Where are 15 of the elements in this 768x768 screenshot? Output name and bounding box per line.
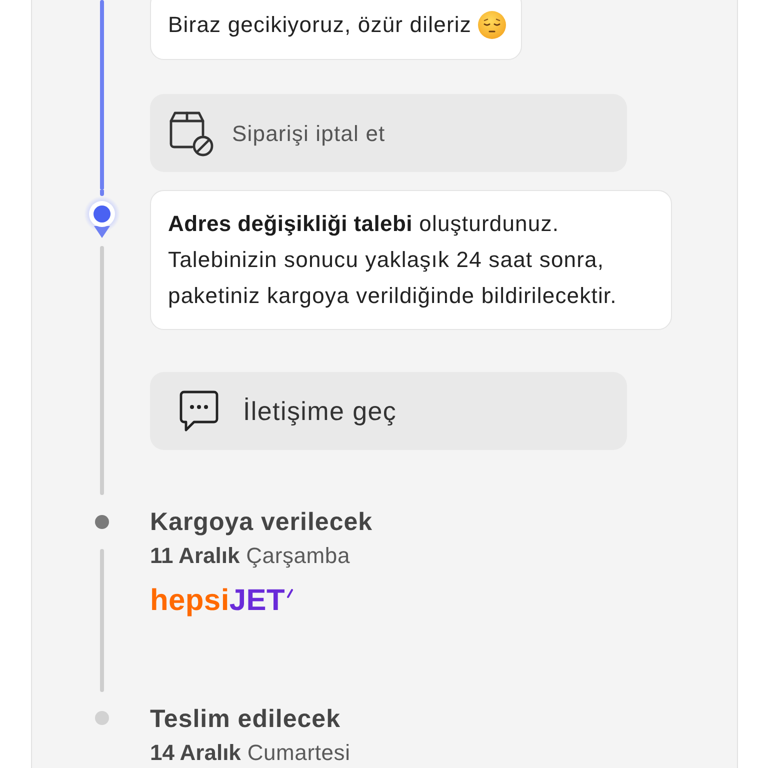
step-date: 14 Aralık Cumartesi [150, 740, 350, 766]
status-dot-icon [95, 515, 109, 529]
step-date: 11 Aralık Çarşamba [150, 543, 350, 569]
chat-bubble-icon [179, 390, 219, 432]
cancel-order-button[interactable]: Siparişi iptal et [150, 94, 627, 172]
logo-accent-icon [286, 589, 293, 599]
pensive-face-icon [478, 11, 506, 39]
status-dot-icon [95, 711, 109, 725]
step-title: Kargoya verilecek [150, 507, 373, 538]
box-cancel-icon [168, 109, 216, 157]
message-card: Adres değişikliği talebi oluşturdunuz. Talebinizin sonucu yaklaşık 24 saat sonra, paketiniz kargoya verildiğinde bildirilecektir. [150, 190, 672, 330]
contact-button[interactable]: İletişime geç [150, 372, 627, 450]
carrier-logo: hepsiJET [150, 585, 285, 617]
message-text: Biraz gecikiyoruz, özür dileriz [168, 11, 472, 39]
step-title: Teslim edilecek [150, 704, 340, 735]
